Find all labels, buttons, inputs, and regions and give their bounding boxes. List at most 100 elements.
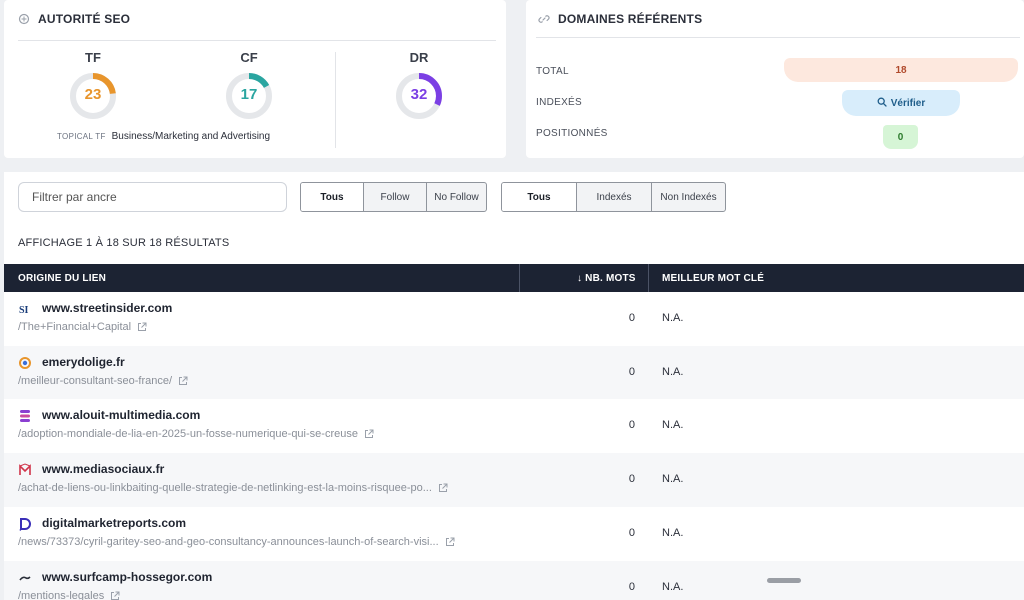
link-path-text: /adoption-mondiale-de-lia-en-2025-un-fos… [18, 428, 358, 440]
referring-domains-card: DOMAINES RÉFÉRENTS TOTAL 18 INDEXÉS Véri… [526, 0, 1024, 158]
filter-bar: Tous Follow No Follow Tous Indexés Non I… [4, 172, 1024, 222]
table-row[interactable]: www.alouit-multimedia.com /adoption-mond… [4, 399, 1024, 453]
link-path-text: /news/73373/cyril-garitey-seo-and-geo-co… [18, 536, 439, 548]
external-link-icon[interactable] [178, 376, 188, 386]
gauge-dr-label: DR [409, 50, 429, 65]
gauge-tf-value: 23 [84, 86, 102, 103]
link-domain[interactable]: emerydolige.fr [42, 355, 125, 369]
gauge-tf: TF 23 [63, 50, 123, 121]
external-link-icon[interactable] [364, 429, 374, 439]
follow-filter: Tous Follow No Follow [300, 182, 487, 212]
gauge-cf: CF 17 [219, 50, 279, 121]
total-bar: 18 [784, 58, 1018, 82]
link-path-text: /meilleur-consultant-seo-france/ [18, 375, 173, 387]
gauge-cf-value: 17 [240, 86, 258, 103]
link-path[interactable]: /The+Financial+Capital [18, 321, 147, 333]
external-link-icon[interactable] [438, 483, 448, 493]
follow-filter-all[interactable]: Tous [301, 183, 363, 211]
word-count: 0 [628, 581, 635, 593]
index-filter-not-indexed[interactable]: Non Indexés [651, 183, 725, 211]
link-path[interactable]: /mentions-legales [18, 590, 120, 600]
external-link-icon[interactable] [445, 537, 455, 547]
word-count: 0 [628, 473, 635, 485]
topical-tf-value: Business/Marketing and Advertising [111, 131, 271, 142]
link-domain[interactable]: digitalmarketreports.com [42, 516, 186, 530]
gauge-dr: DR 32 [389, 50, 449, 121]
anchor-filter-input[interactable] [18, 182, 287, 212]
stack-favicon-icon [18, 409, 32, 423]
word-count: 0 [628, 527, 635, 539]
table-row[interactable]: www.mediasociaux.fr /achat-de-liens-ou-l… [4, 453, 1024, 507]
index-filter: Tous Indexés Non Indexés [501, 182, 726, 212]
search-icon [877, 97, 887, 110]
link-icon [538, 13, 550, 25]
scrollbar-thumb[interactable] [767, 578, 801, 583]
positioned-value: 0 [897, 131, 904, 143]
total-value: 18 [895, 64, 907, 76]
table-row[interactable]: emerydolige.fr /meilleur-consultant-seo-… [4, 346, 1024, 400]
divider [335, 52, 336, 148]
link-path[interactable]: /achat-de-liens-ou-linkbaiting-quelle-st… [18, 482, 448, 494]
topical-tf: TOPICAL TF Business/Marketing and Advert… [57, 131, 270, 142]
seo-authority-card: AUTORITÉ SEO TF 23 CF 17 DR 32 TOPICAL T… [4, 0, 506, 158]
table-row[interactable]: digitalmarketreports.com /news/73373/cyr… [4, 507, 1024, 561]
positioned-bar: 0 [883, 125, 918, 149]
column-separator [648, 264, 649, 292]
link-path[interactable]: /meilleur-consultant-seo-france/ [18, 375, 188, 387]
best-keyword: N.A. [662, 527, 684, 539]
follow-filter-follow[interactable]: Follow [363, 183, 426, 211]
column-words-sort[interactable]: ↓ NB. MOTS [577, 264, 636, 292]
table-header: ORIGINE DU LIEN ↓ NB. MOTS MEILLEUR MOT … [4, 264, 1024, 292]
column-origin[interactable]: ORIGINE DU LIEN [18, 264, 106, 292]
link-path-text: /mentions-legales [18, 590, 105, 600]
link-path[interactable]: /adoption-mondiale-de-lia-en-2025-un-fos… [18, 428, 374, 440]
external-link-icon[interactable] [110, 591, 120, 600]
verify-label: Vérifier [890, 97, 926, 109]
svg-text:SI: SI [19, 305, 29, 315]
best-keyword: N.A. [662, 312, 684, 324]
gauge-cf-label: CF [240, 50, 258, 65]
follow-filter-nofollow[interactable]: No Follow [426, 183, 486, 211]
ring-favicon-icon [18, 356, 32, 370]
external-link-icon[interactable] [137, 322, 147, 332]
referring-domains-label: DOMAINES RÉFÉRENTS [558, 12, 703, 26]
positioned-label: POSITIONNÉS [536, 128, 608, 139]
index-filter-all[interactable]: Tous [502, 183, 576, 211]
link-domain[interactable]: www.alouit-multimedia.com [42, 408, 200, 422]
si-favicon-icon: SI [18, 302, 32, 316]
table-row[interactable]: SI www.streetinsider.com /The+Financial+… [4, 292, 1024, 346]
seo-authority-title: AUTORITÉ SEO [18, 12, 130, 26]
wave-favicon-icon [18, 571, 32, 585]
index-filter-indexed[interactable]: Indexés [576, 183, 651, 211]
seo-authority-label: AUTORITÉ SEO [38, 12, 131, 26]
best-keyword: N.A. [662, 473, 684, 485]
m-favicon-icon [18, 463, 32, 477]
gauge-dr-value: 32 [410, 86, 428, 103]
results-count: AFFICHAGE 1 À 18 SUR 18 RÉSULTATS [18, 237, 230, 249]
gauge-tf-label: TF [85, 50, 101, 65]
column-best-keyword[interactable]: MEILLEUR MOT CLÉ [662, 264, 764, 292]
divider [18, 40, 496, 41]
total-label: TOTAL [536, 66, 569, 77]
word-count: 0 [628, 419, 635, 431]
word-count: 0 [628, 312, 635, 324]
best-keyword: N.A. [662, 366, 684, 378]
authority-icon [18, 13, 30, 25]
indexed-label: INDEXÉS [536, 97, 583, 108]
best-keyword: N.A. [662, 581, 684, 593]
column-separator [519, 264, 520, 292]
link-domain[interactable]: www.surfcamp-hossegor.com [42, 570, 212, 584]
link-path[interactable]: /news/73373/cyril-garitey-seo-and-geo-co… [18, 536, 455, 548]
word-count: 0 [628, 366, 635, 378]
d-favicon-icon [18, 517, 32, 531]
table-row[interactable]: www.surfcamp-hossegor.com /mentions-lega… [4, 561, 1024, 600]
link-path-text: /The+Financial+Capital [18, 321, 132, 333]
best-keyword: N.A. [662, 419, 684, 431]
results-summary: AFFICHAGE 1 À 18 SUR 18 RÉSULTATS [4, 222, 1024, 264]
link-domain[interactable]: www.streetinsider.com [42, 301, 172, 315]
verify-button[interactable]: Vérifier [842, 90, 960, 116]
link-path-text: /achat-de-liens-ou-linkbaiting-quelle-st… [18, 482, 432, 494]
divider [536, 37, 1020, 38]
topical-tf-key: TOPICAL TF [57, 132, 106, 141]
link-domain[interactable]: www.mediasociaux.fr [42, 462, 164, 476]
